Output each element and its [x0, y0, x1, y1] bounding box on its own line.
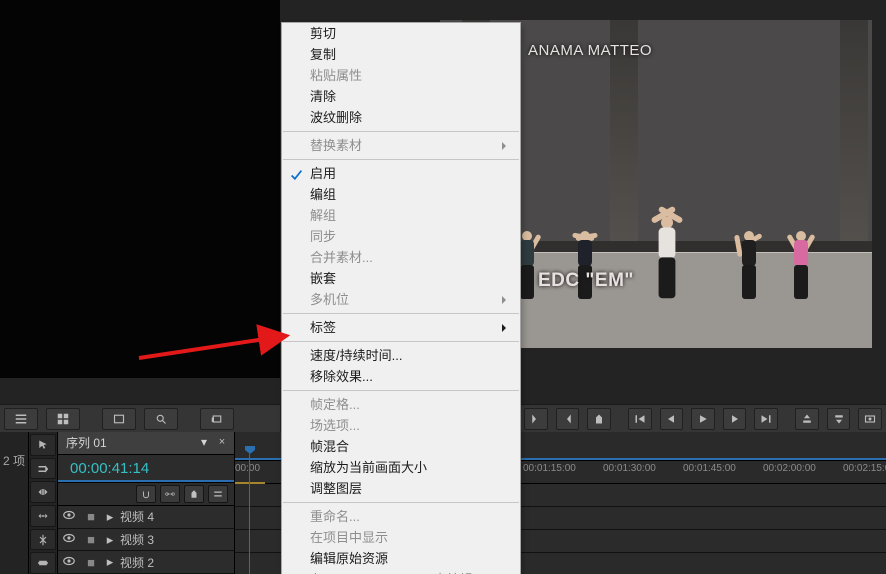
menu-nest[interactable]: 嵌套	[282, 268, 520, 289]
menu-cut[interactable]: 剪切	[282, 23, 520, 44]
track-label: 视频 2	[118, 554, 234, 571]
lock-icon[interactable]: ■	[80, 532, 102, 547]
timeline-track-header: 序列 01 ▾ × 00:00:41:14 ■ ▸ 视频 4 ■	[58, 432, 235, 574]
sequence-tab[interactable]: 序列 01 ▾ ×	[58, 432, 234, 455]
left-black-panel	[0, 0, 281, 378]
menu-merge-clips: 合并素材...	[282, 247, 520, 268]
track-row-v4[interactable]: ■ ▸ 视频 4	[58, 506, 234, 529]
slip-tool[interactable]	[30, 552, 56, 574]
eye-icon[interactable]	[58, 508, 80, 525]
collapse-icon[interactable]: ▸	[102, 509, 118, 525]
settings-toggle[interactable]	[208, 485, 228, 503]
menu-ripple-delete[interactable]: 波纹删除	[282, 107, 520, 128]
menu-reveal-in-project: 在项目中显示	[282, 527, 520, 548]
track-label: 视频 4	[118, 508, 234, 525]
lock-icon[interactable]: ■	[80, 555, 102, 570]
menu-ungroup: 解组	[282, 205, 520, 226]
menu-enable[interactable]: 启用	[282, 163, 520, 184]
add-marker-button[interactable]	[587, 408, 611, 430]
menu-edit-original[interactable]: 编辑原始资源	[282, 548, 520, 569]
marker-toggle[interactable]	[184, 485, 204, 503]
menu-rename: 重命名...	[282, 506, 520, 527]
list-view-button[interactable]	[4, 408, 38, 430]
sequence-tab-label: 序列 01	[66, 434, 107, 451]
menu-clear[interactable]: 清除	[282, 86, 520, 107]
mark-out-button[interactable]	[556, 408, 580, 430]
go-to-out-button[interactable]	[754, 408, 778, 430]
menu-scale-to-frame[interactable]: 缩放为当前画面大小	[282, 457, 520, 478]
step-forward-button[interactable]	[723, 408, 747, 430]
eye-icon[interactable]	[58, 554, 80, 571]
check-icon	[290, 167, 303, 180]
menu-multicam: 多机位	[282, 289, 520, 310]
project-control-bar	[0, 404, 280, 434]
razor-tool[interactable]	[30, 529, 56, 551]
menu-frame-hold: 帧定格...	[282, 394, 520, 415]
auto-sequence-button[interactable]	[102, 408, 136, 430]
mark-in-button[interactable]	[524, 408, 548, 430]
ripple-edit-tool[interactable]	[30, 481, 56, 503]
icon-view-button[interactable]	[46, 408, 80, 430]
menu-speed-duration[interactable]: 速度/持续时间...	[282, 345, 520, 366]
close-tab-button[interactable]: ×	[216, 436, 228, 448]
collapse-icon[interactable]: ▸	[102, 532, 118, 548]
menu-replace-footage: 替换素材	[282, 135, 520, 156]
track-label: 视频 3	[118, 531, 234, 548]
project-item-count: 2 项	[0, 432, 29, 574]
menu-adjustment-layer[interactable]: 调整图层	[282, 478, 520, 499]
menu-field-options: 场选项...	[282, 415, 520, 436]
find-button[interactable]	[144, 408, 178, 430]
track-select-tool[interactable]	[30, 458, 56, 480]
extract-button[interactable]	[827, 408, 851, 430]
menu-group[interactable]: 编组	[282, 184, 520, 205]
track-row-v2[interactable]: ■ ▸ 视频 2	[58, 551, 234, 574]
step-back-button[interactable]	[660, 408, 684, 430]
linked-selection-toggle[interactable]	[160, 485, 180, 503]
timeline-options-row	[58, 483, 234, 506]
panel-menu-icon[interactable]: ▾	[198, 436, 210, 448]
lock-icon[interactable]: ■	[80, 509, 102, 524]
timeline-tools-column	[29, 432, 58, 574]
menu-remove-effects[interactable]: 移除效果...	[282, 366, 520, 387]
menu-copy[interactable]: 复制	[282, 44, 520, 65]
playhead[interactable]	[249, 454, 250, 574]
rate-stretch-tool[interactable]	[30, 505, 56, 527]
collapse-icon[interactable]: ▸	[102, 554, 118, 570]
menu-edit-in-photoshop: 在 Adobe Photoshop 中编辑	[282, 569, 520, 574]
menu-paste-attributes: 粘贴属性	[282, 65, 520, 86]
new-bin-button[interactable]	[200, 408, 234, 430]
selection-tool[interactable]	[30, 434, 56, 456]
track-row-v3[interactable]: ■ ▸ 视频 3	[58, 529, 234, 552]
go-to-in-button[interactable]	[628, 408, 652, 430]
snap-toggle[interactable]	[136, 485, 156, 503]
menu-frame-blend[interactable]: 帧混合	[282, 436, 520, 457]
eye-icon[interactable]	[58, 531, 80, 548]
lift-button[interactable]	[795, 408, 819, 430]
export-frame-button[interactable]	[858, 408, 882, 430]
video-overlay-line2: ANAMA MATTEO	[528, 42, 652, 314]
clip-context-menu: 剪切 复制 粘贴属性 清除 波纹删除 替换素材 启用 编组 解组 同步 合并素材…	[281, 22, 521, 574]
menu-synchronize: 同步	[282, 226, 520, 247]
play-button[interactable]	[691, 408, 715, 430]
timeline-timecode[interactable]: 00:00:41:14	[58, 455, 234, 484]
menu-label[interactable]: 标签	[282, 317, 520, 338]
program-transport-bar	[520, 404, 886, 434]
